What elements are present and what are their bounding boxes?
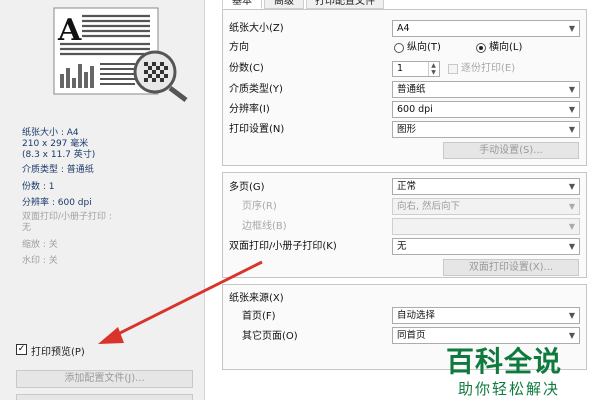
- watermark-subtitle: 助你轻松解决: [458, 380, 561, 398]
- watermark-title: 百科全说: [446, 345, 563, 378]
